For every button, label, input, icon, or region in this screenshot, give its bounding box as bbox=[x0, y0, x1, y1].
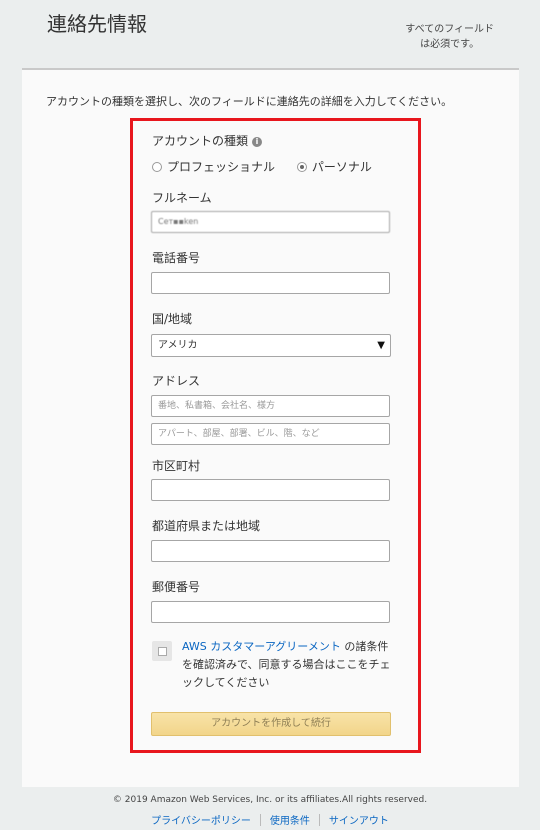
country-select[interactable]: アメリカ ▼ bbox=[151, 334, 391, 357]
intro-text: アカウントの種類を選択し、次のフィールドに連絡先の詳細を入力してください。 bbox=[46, 95, 453, 108]
dropdown-arrow-icon[interactable]: ▼ bbox=[377, 335, 385, 356]
postal-label: 郵便番号 bbox=[152, 580, 201, 594]
create-account-button[interactable]: アカウントを作成して続行 bbox=[151, 712, 391, 736]
required-note-line2: は必須です。 bbox=[420, 39, 480, 50]
sign-out-link[interactable]: サインアウト bbox=[329, 816, 389, 827]
footer-copyright: © 2019 Amazon Web Services, Inc. or its … bbox=[112, 795, 428, 805]
radio-personal-label: パーソナル bbox=[311, 160, 372, 174]
privacy-policy-link[interactable]: プライバシーポリシー bbox=[151, 816, 251, 827]
country-label: 国/地域 bbox=[152, 312, 193, 326]
city-label: 市区町村 bbox=[152, 459, 201, 473]
fullname-input[interactable]: Ceт▪▪ken bbox=[151, 211, 390, 233]
phone-input[interactable] bbox=[151, 272, 390, 294]
form-panel: アカウントの種類を選択し、次のフィールドに連絡先の詳細を入力してください。 アカ… bbox=[22, 70, 519, 787]
agreement-checkbox[interactable] bbox=[152, 641, 172, 661]
radio-checked-icon[interactable] bbox=[296, 161, 307, 172]
required-note-line1: すべてのフィールド bbox=[405, 24, 494, 35]
state-label: 都道府県または地域 bbox=[152, 519, 261, 533]
phone-label: 電話番号 bbox=[152, 251, 201, 265]
radio-professional[interactable]: プロフェッショナル bbox=[152, 158, 275, 175]
country-select-value: アメリカ bbox=[158, 340, 198, 351]
radio-personal[interactable]: パーソナル bbox=[296, 158, 372, 175]
address-label: アドレス bbox=[152, 374, 201, 388]
account-type-radio-group: プロフェッショナル パーソナル bbox=[152, 158, 390, 175]
terms-of-use-link[interactable]: 使用条件 bbox=[270, 816, 310, 827]
required-fields-note: すべてのフィールド は必須です。 bbox=[405, 22, 494, 52]
agreement-link[interactable]: AWS カスタマーアグリーメント bbox=[182, 640, 341, 653]
address-line1-input[interactable]: 番地、私書箱、会社名、様方 bbox=[151, 395, 390, 417]
contact-form-highlight: アカウントの種類 i プロフェッショナル パーソナル フルネーム Ceт▪▪ken… bbox=[130, 118, 421, 753]
agreement-text: AWS カスタマーアグリーメント の諸条件を確認済みで、同意する場合はここをチェ… bbox=[182, 638, 392, 692]
fullname-label: フルネーム bbox=[152, 191, 212, 205]
radio-unchecked-icon[interactable] bbox=[152, 161, 162, 172]
account-type-label-text: アカウントの種類 bbox=[152, 134, 249, 148]
footer-links: プライバシーポリシー 使用条件 サインアウト bbox=[0, 812, 540, 827]
footer-divider bbox=[259, 814, 261, 826]
radio-professional-label: プロフェッショナル bbox=[167, 160, 276, 174]
postal-input[interactable] bbox=[151, 601, 390, 623]
page-header: 連絡先情報 すべてのフィールド は必須です。 bbox=[0, 0, 540, 68]
account-type-label: アカウントの種類 i bbox=[152, 132, 263, 149]
footer-divider bbox=[318, 814, 320, 826]
info-icon[interactable]: i bbox=[252, 137, 263, 147]
address-line2-input[interactable]: アパート、部屋、部署、ビル、階、など bbox=[151, 423, 390, 445]
city-input[interactable] bbox=[151, 479, 390, 501]
page-title: 連絡先情報 bbox=[47, 12, 147, 36]
state-input[interactable] bbox=[151, 540, 390, 562]
